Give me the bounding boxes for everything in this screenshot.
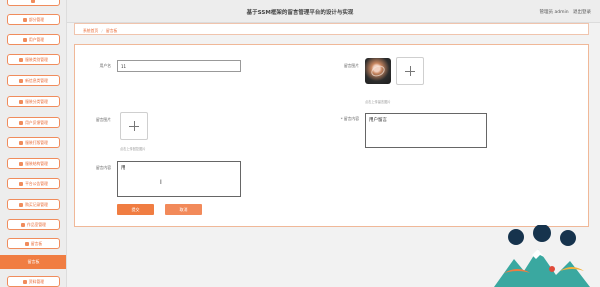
menu-icon — [22, 17, 27, 22]
sidebar-item-active[interactable]: 留言板 — [0, 255, 66, 269]
logout-link[interactable]: 退出登录 — [573, 10, 591, 15]
sidebar-item-label: 购买记录管理 — [25, 201, 48, 207]
user-info: 管理员 admin 退出登录 — [540, 9, 591, 15]
avatar-upload[interactable] — [396, 57, 424, 85]
menu-icon — [21, 222, 25, 227]
menu-icon — [30, 0, 35, 3]
top-bar: 基于SSM框架的留言管理平台的设计与实现 管理员 admin 退出登录 — [0, 0, 600, 23]
username-label: 用户名 — [99, 63, 111, 68]
menu-icon — [19, 140, 24, 145]
sidebar-item-1[interactable]: 部分管理 — [7, 14, 60, 25]
sidebar-item-10[interactable]: 购买记录管理 — [7, 199, 60, 210]
sidebar-item-12[interactable]: 留言板 — [7, 238, 60, 249]
sidebar-item-label: 资料管理 — [28, 278, 45, 284]
text-cursor-icon: I — [160, 179, 162, 186]
sidebar-item-9[interactable]: 平台公告管理 — [7, 178, 60, 189]
menu-icon — [19, 57, 24, 62]
sidebar-item-label: 用户管理 — [28, 36, 45, 42]
menu-icon — [22, 37, 27, 42]
menu-icon — [19, 181, 24, 186]
user-label: 管理员 admin — [539, 10, 569, 15]
sidebar-active-label: 留言板 — [27, 259, 40, 264]
message-label: 留言内容 — [95, 165, 111, 170]
menu-icon — [22, 279, 27, 284]
menu-icon — [19, 202, 24, 207]
sidebar-item-6[interactable]: 用户反馈管理 — [7, 117, 60, 128]
message-textarea[interactable]: 用 — [117, 161, 241, 197]
sidebar-item-2[interactable]: 用户管理 — [7, 34, 60, 45]
sidebar-item-label: 服装类别管理 — [25, 56, 48, 62]
breadcrumb: 系统首页 / 留言板 — [74, 23, 589, 35]
plus-icon — [405, 66, 415, 76]
character-head-right — [560, 230, 576, 246]
plus-icon — [129, 121, 139, 131]
sidebar-item-3[interactable]: 服装类别管理 — [7, 54, 60, 65]
avatar-hint: 点击上传留言图片 — [365, 100, 391, 104]
breadcrumb-current: 留言板 — [105, 27, 118, 33]
sidebar-item-7[interactable]: 服装打版管理 — [7, 137, 60, 148]
username-input[interactable]: 11 — [117, 60, 241, 72]
character-head-left — [508, 229, 524, 245]
sidebar-item-0[interactable] — [7, 0, 60, 6]
sidebar-item-bottom[interactable]: 资料管理 — [7, 276, 60, 287]
menu-icon — [19, 78, 24, 83]
flower-dot — [549, 266, 555, 272]
sidebar-item-label: 平台公告管理 — [25, 180, 48, 186]
menu-icon — [24, 241, 29, 246]
submit-button[interactable]: 提交 — [117, 204, 154, 215]
sidebar-item-label: 服装分类管理 — [25, 98, 48, 104]
mascot-decoration — [494, 225, 590, 287]
sidebar-item-label: 用户反馈管理 — [25, 119, 48, 125]
avatar-label: 留言图片 — [343, 63, 359, 68]
sidebar-item-5[interactable]: 服装分类管理 — [7, 96, 60, 107]
sidebar-item-11[interactable]: 作品室管理 — [7, 219, 60, 230]
sidebar: 部分管理 用户管理 服装类别管理 新信息类管理 服装分类管理 用户反馈管理 服装… — [0, 0, 67, 287]
app-title: 基于SSM框架的留言管理平台的设计与实现 — [246, 10, 354, 16]
reply-content-label: * 留言内容 — [340, 116, 359, 121]
menu-icon — [19, 120, 24, 125]
reply-content-textarea[interactable]: 用户留言 — [365, 113, 487, 148]
menu-icon — [19, 99, 24, 104]
breadcrumb-separator: / — [101, 27, 103, 33]
sidebar-item-4[interactable]: 新信息类管理 — [7, 75, 60, 86]
sidebar-item-label: 服装结构管理 — [25, 160, 48, 166]
uploaded-image-thumbnail[interactable] — [365, 58, 391, 84]
reply-image-upload[interactable] — [120, 112, 148, 140]
sidebar-item-label: 部分管理 — [28, 16, 45, 22]
cancel-button[interactable]: 取消 — [165, 204, 202, 215]
sidebar-item-label: 作品室管理 — [27, 221, 46, 227]
sidebar-item-label: 留言板 — [30, 240, 43, 246]
breadcrumb-home[interactable]: 系统首页 — [83, 28, 98, 33]
form-panel: 用户名 11 留言图片 点击上传回复图片 留言内容 用 I 提交 取消 留言图片… — [74, 44, 589, 227]
reply-image-label: 留言图片 — [95, 117, 111, 122]
character-head-center — [533, 225, 551, 242]
reply-image-hint: 点击上传回复图片 — [120, 147, 146, 151]
menu-icon — [19, 161, 24, 166]
sidebar-item-8[interactable]: 服装结构管理 — [7, 158, 60, 169]
sidebar-item-label: 服装打版管理 — [25, 139, 48, 145]
sidebar-item-label: 新信息类管理 — [25, 77, 48, 83]
